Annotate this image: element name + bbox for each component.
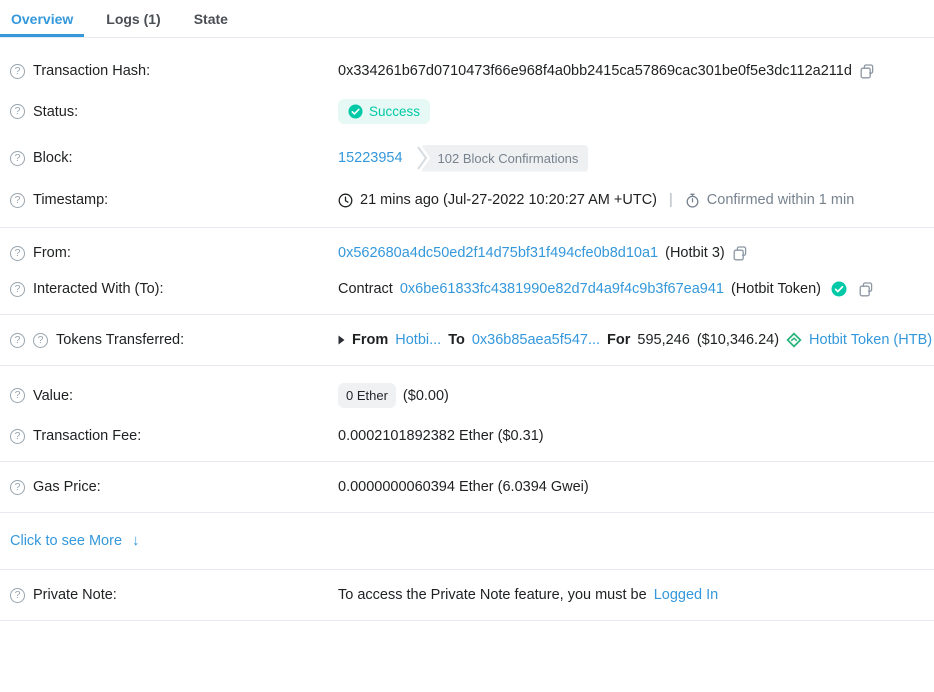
transaction-fee-value: 0.0002101892382 Ether ($0.31) [338,428,544,444]
help-icon[interactable]: ? [10,333,25,348]
copy-icon[interactable] [859,63,875,79]
help-icon[interactable]: ? [10,429,25,444]
gas-price-label: Gas Price: [33,479,101,495]
from-name-tag: (Hotbit 3) [665,245,725,261]
help-icon[interactable]: ? [10,282,25,297]
section-value-fee: ? Value: 0 Ether ($0.00) ? Transaction F… [0,366,934,462]
from-label: From: [33,245,71,261]
status-badge: Success [338,99,430,124]
section-parties: ? From: 0x562680a4dc50ed2f14d75bf31f494c… [0,228,934,315]
token-name-link[interactable]: Hotbit Token (HTB) [809,332,932,348]
help-icon[interactable]: ? [10,104,25,119]
block-label: Block: [33,150,73,166]
check-circle-icon [348,104,363,119]
row-transaction-hash: ? Transaction Hash: 0x334261b67d0710473f… [0,53,934,89]
status-label: Status: [33,104,78,120]
help-icon[interactable]: ? [10,151,25,166]
tab-state[interactable]: State [183,0,239,37]
ether-value-badge: 0 Ether [338,383,396,408]
interacted-with-label: Interacted With (To): [33,281,164,297]
section-private-note: ? Private Note: To access the Private No… [0,570,934,621]
tokens-transferred-label: Tokens Transferred: [56,332,184,348]
token-for-label: For [607,332,630,348]
clock-icon [338,193,353,208]
row-timestamp: ? Timestamp: 21 mins ago (Jul-27-2022 10… [0,182,934,218]
token-from-label: From [352,332,388,348]
row-interacted-with: ? Interacted With (To): Contract 0x6be61… [0,271,934,307]
value-usd: ($0.00) [403,388,449,404]
row-tokens-transferred: ? ? Tokens Transferred: From Hotbi... To… [0,322,934,358]
transaction-details-page: Overview Logs (1) State ? Transaction Ha… [0,0,934,692]
pipe-separator: | [669,192,673,208]
timestamp-label: Timestamp: [33,192,108,208]
help-icon[interactable]: ? [10,193,25,208]
tab-overview[interactable]: Overview [0,0,84,37]
copy-icon[interactable] [858,281,874,297]
row-gas-price: ? Gas Price: 0.0000000060394 Ether (6.03… [0,469,934,505]
value-label: Value: [33,388,73,404]
row-from: ? From: 0x562680a4dc50ed2f14d75bf31f494c… [0,235,934,271]
timestamp-value: 21 mins ago (Jul-27-2022 10:20:27 AM +UT… [360,192,657,208]
copy-icon[interactable] [732,245,748,261]
token-to-link[interactable]: 0x36b85aea5f547... [472,332,600,348]
token-to-label: To [448,332,465,348]
row-block: ? Block: 15223954 102 Block Confirmation… [0,134,934,182]
row-private-note: ? Private Note: To access the Private No… [0,577,934,613]
block-confirmations-badge: 102 Block Confirmations [421,145,589,172]
caret-right-icon[interactable] [338,335,345,345]
transaction-fee-label: Transaction Fee: [33,428,141,444]
transaction-hash-label-group: ? Transaction Hash: [0,63,338,79]
help-icon[interactable]: ? [10,64,25,79]
to-contract-address-link[interactable]: 0x6be61833fc4381990e82d7d4a9f4c9b3f67ea9… [400,281,724,297]
section-gas-price: ? Gas Price: 0.0000000060394 Ether (6.03… [0,462,934,513]
transaction-hash-label: Transaction Hash: [33,63,150,79]
contract-prefix: Contract [338,281,393,297]
token-logo-icon [786,332,802,348]
verified-check-icon [831,281,847,297]
token-amount: 595,246 [637,332,689,348]
status-badge-text: Success [369,104,420,119]
from-address-link[interactable]: 0x562680a4dc50ed2f14d75bf31f494cfe0b8d10… [338,245,658,261]
help-icon[interactable]: ? [10,388,25,403]
see-more-link[interactable]: Click to see More [10,533,122,549]
transaction-hash-value: 0x334261b67d0710473f66e968f4a0bb2415ca57… [338,63,852,79]
token-from-link[interactable]: Hotbi... [395,332,441,348]
tab-logs[interactable]: Logs (1) [95,0,171,37]
section-tokens-transferred: ? ? Tokens Transferred: From Hotbi... To… [0,315,934,366]
logged-in-link[interactable]: Logged In [654,587,719,603]
block-number-link[interactable]: 15223954 [338,150,403,166]
tab-bar: Overview Logs (1) State [0,0,934,38]
section-summary: ? Transaction Hash: 0x334261b67d0710473f… [0,38,934,228]
row-status: ? Status: Success [0,89,934,134]
stopwatch-icon [685,193,700,208]
gas-price-value: 0.0000000060394 Ether (6.0394 Gwei) [338,479,589,495]
token-usd-value: ($10,346.24) [697,332,779,348]
help-icon[interactable]: ? [10,588,25,603]
confirmed-within-text: Confirmed within 1 min [707,192,854,208]
row-transaction-fee: ? Transaction Fee: 0.0002101892382 Ether… [0,418,934,454]
to-contract-name-tag: (Hotbit Token) [731,281,821,297]
help-icon[interactable]: ? [10,480,25,495]
private-note-text: To access the Private Note feature, you … [338,587,647,603]
help-icon[interactable]: ? [10,246,25,261]
section-see-more: Click to see More ↓ [0,513,934,570]
arrow-down-icon[interactable]: ↓ [132,532,140,549]
row-value: ? Value: 0 Ether ($0.00) [0,373,934,418]
private-note-label: Private Note: [33,587,117,603]
help-icon[interactable]: ? [33,333,48,348]
